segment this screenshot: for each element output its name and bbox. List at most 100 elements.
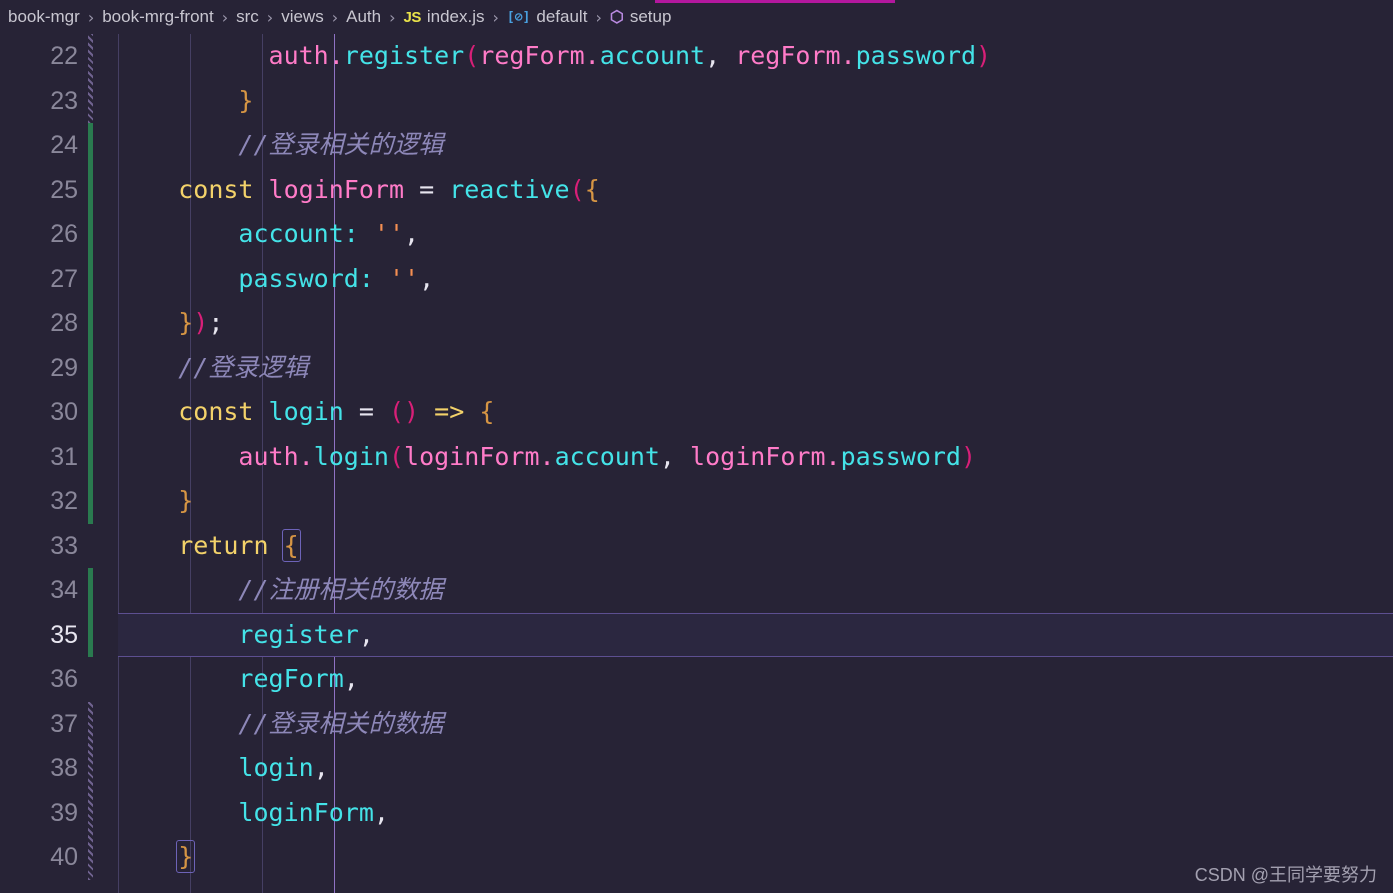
code-line[interactable]: 37 //登录相关的数据 (0, 702, 1393, 747)
breadcrumb-item-label: views (281, 7, 324, 26)
code-text[interactable]: auth.register(regForm.account, regForm.p… (118, 34, 992, 79)
code-text[interactable]: regForm, (118, 657, 358, 702)
token: account (554, 441, 660, 471)
breadcrumb-item-auth[interactable]: Auth (344, 7, 383, 27)
line-number: 33 (50, 531, 78, 560)
code-lines[interactable]: 22 auth.register(regForm.account, regFor… (0, 34, 1393, 880)
code-line[interactable]: 32 } (0, 479, 1393, 524)
breadcrumb-item-default[interactable]: [⊘] default (505, 7, 590, 27)
code-text[interactable]: auth.login(loginForm.account, loginForm.… (118, 435, 976, 480)
method-cube-icon: ⬡ (609, 9, 624, 26)
token: loginForm (404, 441, 540, 471)
code-line[interactable]: 30 const login = () => { (0, 390, 1393, 435)
breadcrumb-item-label: book-mgr (8, 7, 80, 26)
line-number: 35 (50, 620, 78, 649)
breadcrumb-item-label: src (236, 7, 259, 26)
breadcrumb-item-label: index.js (426, 7, 485, 26)
breadcrumb-item-book-mrg-front[interactable]: book-mrg-front (100, 7, 215, 27)
line-number: 32 (50, 487, 78, 515)
token: auth (268, 41, 329, 70)
token: //登录逻辑 (178, 352, 309, 382)
code-text[interactable]: } (118, 79, 253, 124)
token: ) (976, 41, 992, 70)
token: => (434, 397, 465, 426)
token: const (178, 174, 254, 204)
line-number: 31 (50, 442, 78, 471)
code-text[interactable]: const loginForm = reactive({ (118, 168, 600, 213)
token: , (419, 263, 435, 293)
code-text[interactable]: }); (118, 301, 223, 346)
code-line[interactable]: 39 loginForm, (0, 791, 1393, 836)
code-text[interactable]: register, (118, 613, 373, 658)
code-line[interactable]: 38 login, (0, 746, 1393, 791)
code-line[interactable]: 27 password: '', (0, 257, 1393, 302)
breadcrumb-separator: › (87, 7, 95, 27)
breadcrumb-item-views[interactable]: views (279, 7, 326, 27)
code-text[interactable]: } (118, 479, 193, 524)
code-line[interactable]: 40 } (0, 835, 1393, 880)
code-text[interactable]: account: '', (118, 212, 419, 257)
breadcrumb[interactable]: book-mgr › book-mrg-front › src › views › Auth › J… (0, 0, 1393, 34)
code-text[interactable]: password: '', (118, 257, 434, 302)
token: . (328, 41, 344, 70)
token: . (584, 41, 600, 70)
token: loginForm (238, 797, 374, 827)
token: account (238, 219, 344, 248)
code-line[interactable]: 34 //注册相关的数据 (0, 568, 1393, 613)
code-line[interactable]: 22 auth.register(regForm.account, regFor… (0, 34, 1393, 79)
breadcrumb-separator: › (266, 7, 274, 27)
breadcrumb-item-label: setup (629, 7, 672, 26)
line-number: 34 (50, 576, 78, 604)
code-line[interactable]: 26 account: '', (0, 212, 1393, 257)
line-number: 26 (50, 220, 78, 248)
code-text[interactable]: } (118, 835, 196, 880)
breadcrumb-item-setup[interactable]: ⬡ setup (608, 7, 674, 27)
token: auth (238, 441, 299, 471)
line-number: 29 (50, 353, 78, 382)
code-line[interactable]: 28 }); (0, 301, 1393, 346)
breadcrumb-item-index-js[interactable]: JS index.js (402, 7, 487, 27)
code-text[interactable]: loginForm, (118, 791, 389, 836)
breadcrumb-item-label: default (536, 7, 588, 26)
token: . (298, 441, 314, 471)
code-text[interactable]: //登录逻辑 (118, 346, 308, 391)
code-line[interactable]: 33 return { (0, 524, 1393, 569)
code-editor[interactable]: 22 auth.register(regForm.account, regFor… (0, 34, 1393, 893)
code-line[interactable]: 31 auth.login(loginForm.account, loginFo… (0, 435, 1393, 480)
code-text[interactable]: const login = () => { (118, 390, 494, 435)
code-text[interactable]: //注册相关的数据 (118, 568, 443, 613)
token: { (281, 528, 301, 562)
token: password (855, 41, 977, 70)
code-text[interactable]: //登录相关的逻辑 (118, 123, 443, 168)
module-export-icon: [⊘] (506, 9, 531, 25)
code-text[interactable]: login, (118, 746, 328, 791)
code-line[interactable]: 36 regForm, (0, 657, 1393, 702)
code-text[interactable]: return { (118, 524, 301, 569)
code-line[interactable]: 24 //登录相关的逻辑 (0, 123, 1393, 168)
loading-progress-bar (0, 0, 1393, 3)
code-line[interactable]: 35 register, (0, 613, 1393, 658)
code-line[interactable]: 29 //登录逻辑 (0, 346, 1393, 391)
token: register (343, 41, 465, 70)
code-line[interactable]: 25 const loginForm = reactive({ (0, 168, 1393, 213)
token: } (178, 486, 194, 515)
breadcrumb-separator: › (595, 7, 602, 27)
code-line[interactable]: 23 } (0, 79, 1393, 124)
token: ( (464, 41, 480, 70)
line-number: 36 (50, 665, 78, 693)
breadcrumb-item-book-mgr[interactable]: book-mgr (6, 7, 82, 27)
code-text[interactable]: //登录相关的数据 (118, 702, 443, 747)
token: '' (388, 263, 420, 293)
breadcrumb-item-label: Auth (346, 7, 382, 26)
breadcrumb-item-src[interactable]: src (234, 7, 261, 27)
